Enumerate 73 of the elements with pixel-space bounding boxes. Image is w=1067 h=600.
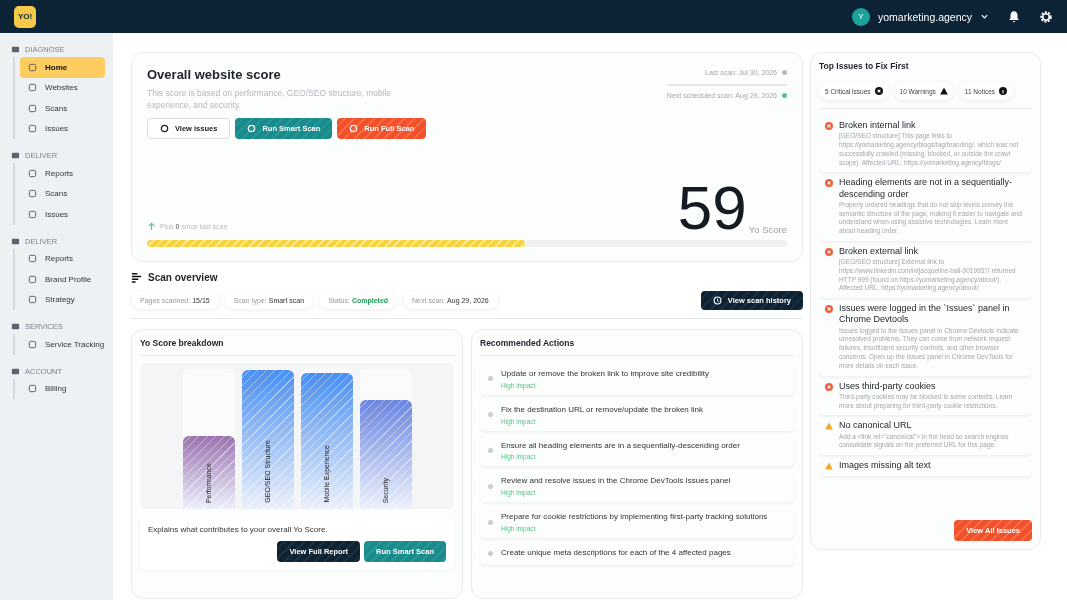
nav-item[interactable]: Reports (20, 248, 105, 269)
section-icon (11, 151, 20, 160)
action-text: Create unique meta descriptions for each of the 4 affected pages (501, 548, 731, 559)
section-heading: Scan overview (148, 272, 218, 283)
nav-item[interactable]: Issues (20, 118, 105, 139)
section-icon (11, 366, 20, 376)
action-text: Review and resolve issues in the Chrome DevTools Issues panel (501, 476, 731, 488)
warning-icon (939, 87, 948, 95)
issue-title[interactable]: Heading elements are not in a sequentially-descending order (839, 177, 1026, 200)
section-icon (11, 45, 20, 54)
x-circle-icon (874, 87, 883, 95)
bullet-icon (488, 376, 493, 382)
warning-icon (825, 462, 833, 471)
action-text: Ensure all heading elements are in a sequentially-descending order (501, 440, 740, 452)
bullet-icon (488, 519, 493, 525)
button-icon (247, 123, 257, 133)
nav-item[interactable]: Reports (20, 163, 105, 184)
action-item[interactable]: Create unique meta descriptions for each of the 4 affected pages (480, 542, 794, 565)
card-title: Yo Score breakdown (140, 338, 454, 356)
bullet-icon (488, 412, 493, 418)
issue-title[interactable]: Issues were logged in the `Issues` panel in Chrome Devtools (839, 303, 1026, 326)
breakdown-note: Explains what contributes to your overall Yo Score. (148, 525, 329, 534)
list-icon (131, 272, 142, 283)
critical-icon (825, 247, 833, 256)
nav-item[interactable]: Home (20, 57, 105, 78)
history-icon (712, 296, 722, 305)
account-name[interactable]: yomarketing.agency (878, 10, 972, 23)
bullet-icon (488, 448, 493, 453)
panel-title: Top Issues to Fix First (819, 61, 910, 73)
nav-icon (28, 62, 37, 72)
nav-icon (28, 295, 37, 305)
nav-icon (28, 384, 37, 394)
nav-item[interactable]: Scans (20, 183, 105, 204)
nav-icon (28, 124, 37, 134)
nav-item[interactable]: Billing (20, 378, 105, 399)
action-text: Prepare for cookie restrictions by implementing first-party tracking solutions (501, 512, 768, 523)
issue-title[interactable]: Broken external link (839, 245, 1026, 258)
critical-icon (825, 122, 833, 130)
nav-item[interactable]: Scans (20, 98, 105, 119)
chevron-down-icon[interactable] (980, 12, 989, 21)
info-icon (999, 87, 1007, 95)
card-title: Recommended Actions (480, 338, 794, 356)
section-icon (11, 322, 20, 331)
card-description: This score is based on performance, GEO/SEO structure, mobile experience, and security. (147, 88, 393, 112)
issue-title[interactable]: Broken internal link (839, 120, 1026, 132)
warning-icon (825, 422, 833, 431)
nav-item[interactable]: Brand Profile (20, 269, 105, 290)
card-title: Overall website score (147, 67, 282, 82)
action-text: Update or remove the broken link to improve site credibility (501, 369, 710, 380)
bullet-icon (488, 483, 493, 489)
logo[interactable]: YO! (14, 5, 36, 28)
issue-title[interactable]: Uses third-party cookies (839, 380, 1026, 392)
settings-icon[interactable] (1039, 9, 1053, 24)
issue-title[interactable]: Images missing alt text (839, 460, 931, 472)
button-icon (349, 123, 359, 133)
nav-item[interactable]: Service Tracking (20, 334, 105, 355)
critical-icon (825, 179, 833, 188)
score-value: 59 (677, 181, 747, 235)
nav-item[interactable]: Websites (20, 77, 105, 98)
nav-item[interactable]: Strategy (20, 289, 105, 310)
nav-item[interactable]: Issues (20, 204, 105, 225)
nav-icon (28, 339, 37, 349)
nav-icon (28, 168, 37, 178)
critical-icon (825, 305, 833, 314)
score-label: Yo Score (748, 224, 787, 235)
issue-title[interactable]: No canonical URL (839, 420, 1026, 432)
section-icon (11, 236, 20, 246)
critical-icon (825, 382, 833, 391)
bullet-icon (488, 550, 493, 556)
bell-icon[interactable] (1007, 9, 1021, 24)
button-icon (160, 123, 169, 133)
arrow-up-icon (147, 222, 156, 231)
action-text: Fix the destination URL or remove/update the broken link (501, 404, 704, 416)
